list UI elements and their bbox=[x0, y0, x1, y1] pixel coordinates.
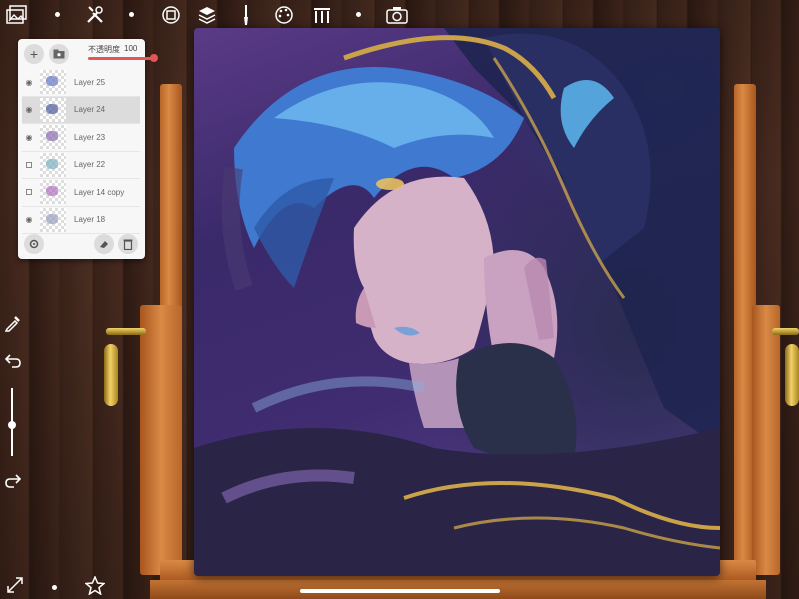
redo-icon[interactable] bbox=[4, 472, 22, 492]
layer-name: Layer 23 bbox=[74, 132, 106, 142]
tools-icon[interactable] bbox=[83, 3, 107, 27]
layer-thumbnail bbox=[40, 125, 66, 150]
gallery-icon[interactable] bbox=[5, 3, 29, 27]
layer-name: Layer 14 copy bbox=[74, 187, 125, 197]
trash-icon bbox=[123, 239, 133, 250]
layer-row[interactable]: ◉ Layer 18 bbox=[22, 207, 140, 234]
layer-thumbnail bbox=[40, 207, 66, 232]
easel-left-knob bbox=[104, 344, 118, 406]
visibility-checkbox[interactable] bbox=[26, 189, 32, 196]
bottom-separator-dot bbox=[52, 585, 57, 590]
layer-name: Layer 22 bbox=[74, 160, 106, 170]
easel-right-rod bbox=[772, 328, 799, 335]
favorite-star-icon[interactable] bbox=[84, 575, 106, 599]
palette-icon[interactable] bbox=[272, 3, 296, 27]
layer-stack-icon[interactable] bbox=[159, 3, 183, 27]
folder-image-icon bbox=[53, 49, 65, 59]
visibility-checkbox[interactable] bbox=[26, 161, 32, 168]
layer-row[interactable]: Layer 14 copy bbox=[22, 179, 140, 207]
layer-thumbnail bbox=[40, 180, 66, 205]
toolbar-separator-dot bbox=[55, 12, 60, 17]
layer-row[interactable]: Layer 22 bbox=[22, 152, 140, 179]
toolbar-separator-dot bbox=[356, 12, 361, 17]
layer-name: Layer 24 bbox=[74, 105, 106, 115]
home-indicator bbox=[300, 589, 500, 593]
layer-thumbnail bbox=[40, 97, 66, 122]
easel-left-rod bbox=[106, 328, 146, 335]
plus-icon: + bbox=[29, 46, 39, 62]
layer-name: Layer 25 bbox=[74, 77, 106, 87]
brush-icon[interactable] bbox=[234, 3, 258, 27]
erase-layer-button[interactable] bbox=[94, 234, 114, 254]
layer-row[interactable]: ◉ Layer 24 bbox=[22, 96, 140, 124]
layer-row[interactable]: ◉ Layer 23 bbox=[22, 124, 140, 152]
opacity-label: 不透明度 bbox=[88, 45, 120, 54]
undo-icon[interactable] bbox=[4, 352, 22, 372]
layers-icon[interactable] bbox=[195, 3, 219, 27]
easel-icon[interactable] bbox=[310, 3, 334, 27]
delete-layer-button[interactable] bbox=[118, 234, 138, 254]
visibility-eye-icon[interactable]: ◉ bbox=[22, 215, 36, 224]
layer-settings-button[interactable] bbox=[24, 234, 44, 254]
opacity-value: 100 bbox=[124, 44, 138, 53]
visibility-eye-icon[interactable]: ◉ bbox=[22, 78, 36, 87]
import-image-button[interactable] bbox=[49, 44, 69, 64]
layer-list: ◉ Layer 25 ◉ Layer 24 ◉ Layer 23 Layer 22 Layer… bbox=[22, 69, 140, 234]
opacity-slider[interactable] bbox=[88, 57, 154, 60]
brush-size-knob[interactable] bbox=[8, 421, 16, 430]
layers-panel: + 不透明度 100 ◉ Layer 25 ◉ Layer 24 ◉ Layer 23 La… bbox=[18, 39, 158, 259]
painting-canvas[interactable] bbox=[194, 28, 720, 576]
visibility-eye-icon[interactable]: ◉ bbox=[22, 105, 36, 114]
easel-right-knob bbox=[785, 344, 799, 406]
opacity-slider-knob[interactable] bbox=[150, 54, 158, 62]
easel-right-clamp bbox=[752, 305, 780, 575]
fullscreen-icon[interactable] bbox=[6, 576, 24, 598]
camera-icon[interactable] bbox=[385, 3, 409, 27]
add-layer-button[interactable]: + bbox=[24, 44, 44, 64]
layer-thumbnail bbox=[40, 70, 66, 95]
layer-name: Layer 18 bbox=[74, 215, 106, 225]
gear-icon bbox=[29, 239, 39, 249]
visibility-eye-icon[interactable]: ◉ bbox=[22, 133, 36, 142]
layer-row[interactable]: ◉ Layer 25 bbox=[22, 69, 140, 97]
painting-artwork bbox=[194, 28, 720, 576]
eraser-icon bbox=[100, 241, 108, 248]
layer-thumbnail bbox=[40, 152, 66, 177]
toolbar-separator-dot bbox=[129, 12, 134, 17]
easel-left-clamp bbox=[140, 305, 182, 575]
eyedropper-icon[interactable] bbox=[4, 314, 22, 336]
